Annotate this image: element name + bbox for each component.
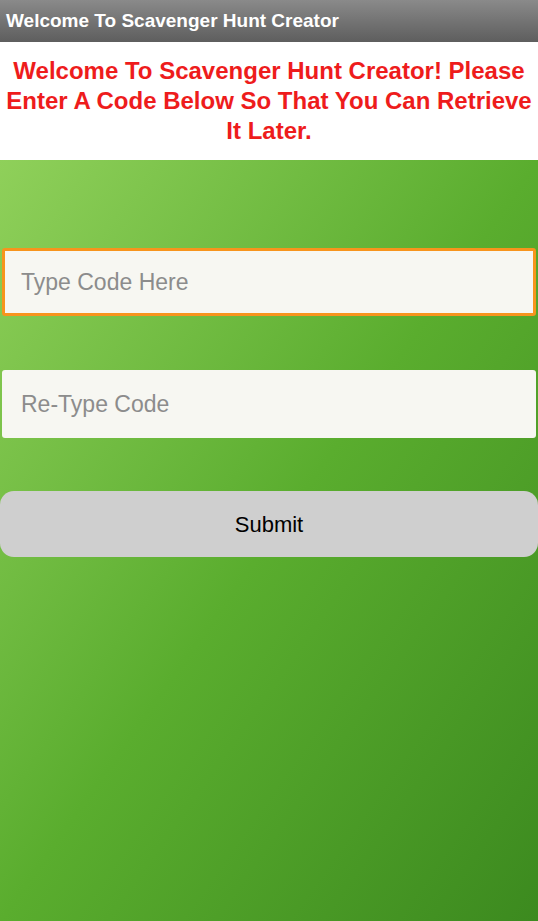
leaf-background: Submit (0, 160, 538, 921)
submit-button[interactable]: Submit (0, 491, 538, 557)
window-title: Welcome To Scavenger Hunt Creator (6, 9, 339, 33)
code-input[interactable] (2, 370, 536, 438)
header-message: Welcome To Scavenger Hunt Creator! Pleas… (4, 56, 534, 146)
app-screen: Welcome To Scavenger Hunt Creator Welcome… (0, 0, 538, 921)
code-input[interactable] (2, 248, 536, 316)
header-message-band: Welcome To Scavenger Hunt Creator! Pleas… (0, 42, 538, 160)
title-bar: Welcome To Scavenger Hunt Creator (0, 0, 538, 42)
